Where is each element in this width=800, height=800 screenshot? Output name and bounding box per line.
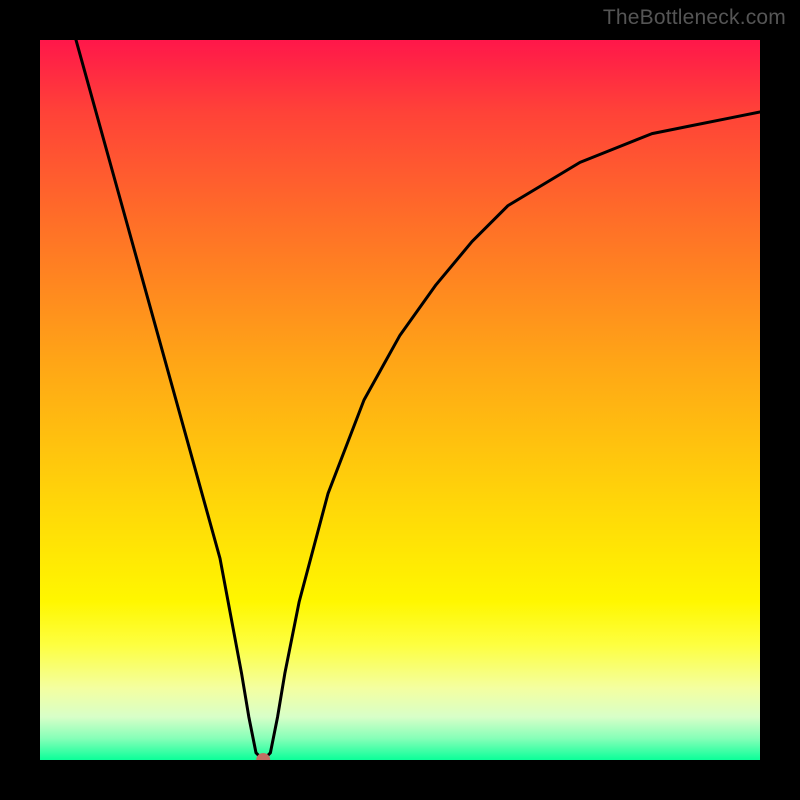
chart-svg xyxy=(40,40,760,760)
chart-frame: TheBottleneck.com xyxy=(0,0,800,800)
watermark-text: TheBottleneck.com xyxy=(603,6,786,30)
bottleneck-curve-path xyxy=(76,40,760,760)
chart-plot-area xyxy=(40,40,760,760)
